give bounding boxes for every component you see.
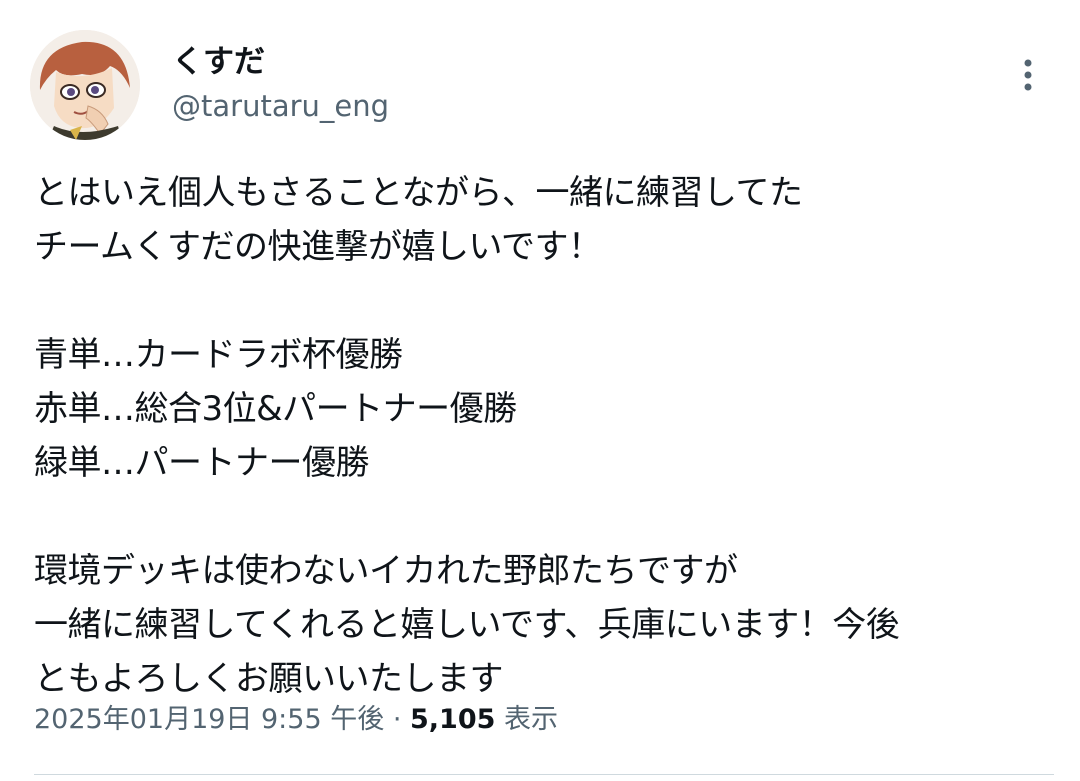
- avatar[interactable]: [30, 30, 140, 140]
- meta-separator: ·: [384, 704, 410, 735]
- user-display-name[interactable]: くすだ: [172, 42, 265, 82]
- tweet-line: 一緒に練習してくれると嬉しいです、兵庫にいます！今後: [34, 605, 900, 645]
- tweet-line: チームくすだの快進撃が嬉しいです！: [34, 227, 602, 267]
- more-vertical-icon: [1024, 59, 1032, 91]
- tweet-text: とはいえ個人もさることながら、一緒に練習してた チームくすだの快進撃が嬉しいです…: [34, 166, 1054, 706]
- divider: [34, 774, 1054, 775]
- tweet-line: 青単…カードラボ杯優勝: [34, 335, 403, 375]
- tweet-line: とはいえ個人もさることながら、一緒に練習してた: [34, 173, 803, 213]
- user-handle[interactable]: @tarutaru_eng: [172, 86, 389, 126]
- views-count: 5,105: [409, 704, 496, 735]
- tweet-line: ともよろしくお願いいたします: [34, 659, 504, 699]
- tweet-timestamp[interactable]: 2025年01月19日 9:55 午後: [34, 704, 384, 735]
- avatar-image: [30, 30, 140, 140]
- tweet-line: 緑単…パートナー優勝: [34, 443, 370, 483]
- more-options-button[interactable]: [1008, 55, 1048, 95]
- tweet-line: 環境デッキは使わないイカれた野郎たちですが: [34, 551, 738, 591]
- tweet-line: 赤単…総合3位&パートナー優勝: [34, 389, 517, 429]
- tweet-header: くすだ @tarutaru_eng: [0, 0, 1080, 150]
- tweet-meta: 2025年01月19日 9:55 午後 · 5,105 表示: [34, 700, 558, 740]
- views-label: 表示: [495, 704, 558, 735]
